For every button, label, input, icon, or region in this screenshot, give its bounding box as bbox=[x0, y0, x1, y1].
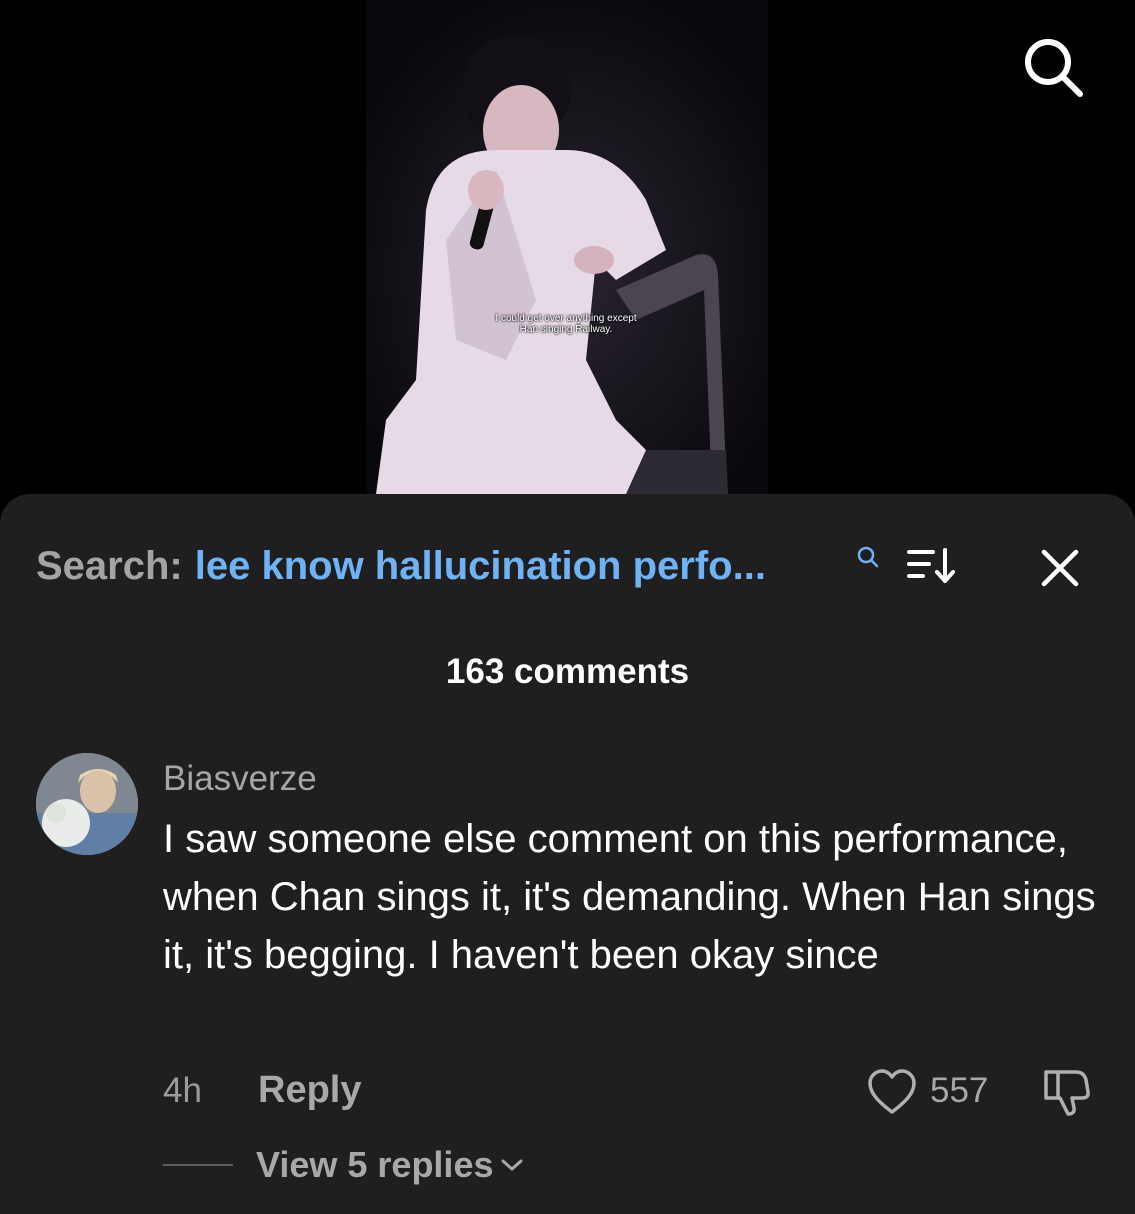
chevron-down-icon bbox=[501, 1159, 523, 1171]
search-prefix-label: Search: bbox=[36, 543, 183, 588]
video-area[interactable]: I could get over anything except Han sin… bbox=[0, 0, 1135, 520]
video-caption: I could get over anything except Han sin… bbox=[446, 313, 686, 335]
view-replies-button[interactable]: View 5 replies bbox=[256, 1144, 525, 1186]
reply-button[interactable]: Reply bbox=[258, 1069, 361, 1112]
avatar[interactable] bbox=[36, 753, 138, 855]
search-icon[interactable] bbox=[1020, 34, 1086, 100]
performance-still-image bbox=[366, 0, 768, 494]
video-player[interactable]: I could get over anything except Han sin… bbox=[366, 0, 768, 494]
replies-divider bbox=[163, 1164, 233, 1166]
search-query-link[interactable]: lee know hallucination perfo... bbox=[195, 544, 766, 589]
comments-count: 163 comments bbox=[445, 652, 690, 691]
close-icon[interactable] bbox=[1036, 544, 1084, 592]
thumbs-down-icon[interactable] bbox=[1040, 1066, 1092, 1118]
search-bar[interactable]: Search: lee know hallucination perfo... bbox=[36, 544, 766, 588]
search-icon[interactable] bbox=[855, 544, 881, 570]
like-count: 557 bbox=[930, 1071, 989, 1110]
comment-username[interactable]: Biasverze bbox=[163, 759, 317, 799]
caption-line-2: Han singing Railway. bbox=[519, 324, 613, 335]
comments-sheet: Search: lee know hallucination perfo... … bbox=[0, 494, 1135, 1214]
comment-text: I saw someone else comment on this perfo… bbox=[163, 817, 1096, 977]
heart-icon[interactable] bbox=[866, 1068, 918, 1116]
sort-icon[interactable] bbox=[905, 546, 957, 586]
comment-timestamp: 4h bbox=[163, 1071, 202, 1110]
view-replies-label: View 5 replies bbox=[256, 1144, 494, 1185]
caption-line-1: I could get over anything except bbox=[495, 313, 637, 324]
